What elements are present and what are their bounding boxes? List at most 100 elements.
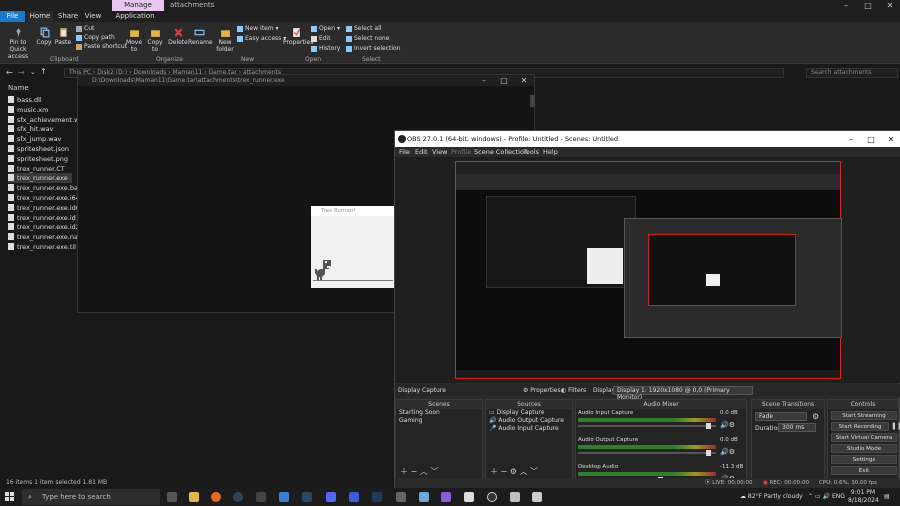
file-item[interactable]: trex_runner.CT: [8, 164, 72, 174]
task-view-icon[interactable]: [167, 492, 177, 502]
menu-scene-collection[interactable]: Scene Collection: [474, 148, 528, 157]
game-close-button[interactable]: ✕: [514, 75, 534, 86]
app-icon-window[interactable]: [532, 492, 542, 502]
file-item[interactable]: trex_runner.exe: [8, 173, 72, 184]
file-item[interactable]: spritesheet.png: [8, 154, 72, 164]
weather-widget[interactable]: ☁ 82°F Partly cloudy: [740, 488, 803, 506]
file-item[interactable]: trex_runner.exe.i64: [8, 193, 80, 203]
invert-selection-button[interactable]: Invert selection: [346, 45, 401, 53]
maximize-button[interactable]: □: [858, 0, 878, 11]
app-icon-gray[interactable]: [396, 492, 406, 502]
menu-profile[interactable]: Profile: [451, 148, 471, 157]
file-explorer-icon[interactable]: [189, 492, 199, 502]
visual-studio-icon[interactable]: [372, 492, 382, 502]
close-button[interactable]: ✕: [880, 0, 900, 11]
speaker-gear-icon[interactable]: 🔊⚙: [720, 448, 735, 456]
new-item-button[interactable]: New item ▾: [237, 25, 278, 33]
volume-slider[interactable]: [578, 425, 716, 427]
notification-icon[interactable]: ▤: [884, 488, 890, 506]
app-icon-purple[interactable]: [441, 492, 451, 502]
clock[interactable]: 9:01 PM 8/18/2024: [848, 489, 879, 505]
studio-mode-button[interactable]: Studio Mode: [831, 444, 897, 453]
minimize-button[interactable]: –: [836, 0, 856, 11]
history-button[interactable]: History: [311, 45, 340, 53]
obs-taskbar-icon[interactable]: [487, 492, 497, 502]
source-item[interactable]: ▭ Display Capture: [486, 409, 572, 417]
game-maximize-button[interactable]: □: [494, 75, 514, 86]
tab-file[interactable]: File: [0, 11, 25, 22]
steam-icon-2[interactable]: [302, 492, 312, 502]
display-select[interactable]: Display 1: 1920x1080 @ 0,0 (Primary Moni…: [613, 386, 753, 401]
scene-toolbar[interactable]: ＋ − ︿ ﹀: [400, 466, 438, 477]
app-icon-silver[interactable]: [510, 492, 520, 502]
pause-icon[interactable]: ❚❚: [891, 422, 900, 430]
file-item[interactable]: sfx_hit.wav: [8, 124, 72, 134]
tab-manage[interactable]: Manage: [112, 0, 164, 11]
windows-start-icon[interactable]: [5, 492, 15, 502]
file-item[interactable]: trex_runner.exe.id1: [8, 213, 80, 223]
game-minimize-button[interactable]: –: [474, 75, 494, 86]
filters-button[interactable]: ◐ Filters: [561, 384, 586, 397]
start-virtual-camera-button[interactable]: Start Virtual Camera: [831, 433, 897, 442]
cut-button[interactable]: Cut: [76, 25, 94, 33]
file-item[interactable]: sfx_jump.wav: [8, 134, 72, 144]
open-button[interactable]: Open ▾: [311, 25, 340, 33]
firefox-icon[interactable]: [211, 492, 221, 502]
forward-arrow-icon[interactable]: →: [18, 68, 25, 77]
file-item[interactable]: bass.dll: [8, 95, 72, 105]
steam-icon[interactable]: [233, 492, 243, 502]
notion-icon[interactable]: [464, 492, 474, 502]
select-all-button[interactable]: Select all: [346, 25, 381, 33]
scrollbar-thumb[interactable]: [530, 95, 535, 107]
menu-help[interactable]: Help: [543, 148, 558, 157]
tray-icons[interactable]: ⌃ ▭ 🔊: [808, 488, 830, 506]
edit-button[interactable]: Edit: [311, 35, 331, 43]
paste-button[interactable]: Paste: [54, 27, 72, 46]
file-item[interactable]: music.xm: [8, 105, 72, 115]
paste-shortcut-button[interactable]: Paste shortcut: [76, 43, 127, 51]
menu-file[interactable]: File: [399, 148, 410, 157]
volume-slider[interactable]: [578, 452, 716, 454]
file-item[interactable]: trex_runner.exe.id0: [8, 203, 80, 213]
tab-share[interactable]: Share: [57, 11, 79, 22]
obs-minimize-button[interactable]: –: [841, 134, 861, 145]
start-streaming-button[interactable]: Start Streaming: [831, 411, 897, 420]
app-icon[interactable]: [256, 492, 266, 502]
source-toolbar[interactable]: ＋ − ⚙ ︿ ﹀: [490, 466, 538, 477]
start-recording-button[interactable]: Start Recording: [831, 422, 889, 431]
rename-button[interactable]: Rename: [188, 27, 213, 46]
column-header-name[interactable]: Name: [8, 84, 29, 92]
settings-button[interactable]: Settings: [831, 455, 897, 464]
copy-button[interactable]: Copy: [36, 27, 52, 46]
copy-to-button[interactable]: Copy to: [145, 27, 165, 53]
easy-access-button[interactable]: Easy access ▾: [237, 35, 286, 43]
copy-path-button[interactable]: Copy path: [76, 34, 115, 42]
file-item[interactable]: spritesheet.json: [8, 144, 72, 154]
transition-select[interactable]: Fade: [755, 412, 807, 421]
menu-tools[interactable]: Tools: [523, 148, 539, 157]
scene-item[interactable]: Gaming: [396, 417, 482, 425]
move-to-button[interactable]: Move to: [124, 27, 144, 53]
new-folder-button[interactable]: New folder: [214, 27, 236, 53]
app-icon-light-blue[interactable]: [419, 492, 429, 502]
volume-slider-thumb[interactable]: [706, 423, 712, 429]
menu-edit[interactable]: Edit: [415, 148, 428, 157]
properties-button[interactable]: ⚙ Properties: [523, 384, 561, 397]
scene-item[interactable]: Starting Soon: [396, 409, 482, 417]
display-capture-preview[interactable]: [455, 161, 842, 379]
volume-slider-thumb[interactable]: [706, 450, 712, 456]
language-indicator[interactable]: ENG: [832, 488, 845, 506]
tab-application-tools[interactable]: Application Tools: [110, 11, 160, 31]
up-arrow-icon[interactable]: ↑: [40, 67, 47, 76]
delete-button[interactable]: Delete: [168, 27, 188, 46]
file-item[interactable]: trex_runner.exe.til: [8, 242, 76, 252]
back-arrow-icon[interactable]: ←: [6, 68, 13, 77]
menu-view[interactable]: View: [432, 148, 447, 157]
exit-button[interactable]: Exit: [831, 466, 897, 475]
tab-view[interactable]: View: [83, 11, 103, 22]
tab-home[interactable]: Home: [27, 11, 53, 22]
terminal-icon[interactable]: [349, 492, 359, 502]
taskbar-search[interactable]: ⌕ Type here to search: [22, 489, 160, 505]
duration-input[interactable]: 300 ms: [778, 423, 816, 432]
search-input[interactable]: Search attachments: [806, 68, 898, 78]
